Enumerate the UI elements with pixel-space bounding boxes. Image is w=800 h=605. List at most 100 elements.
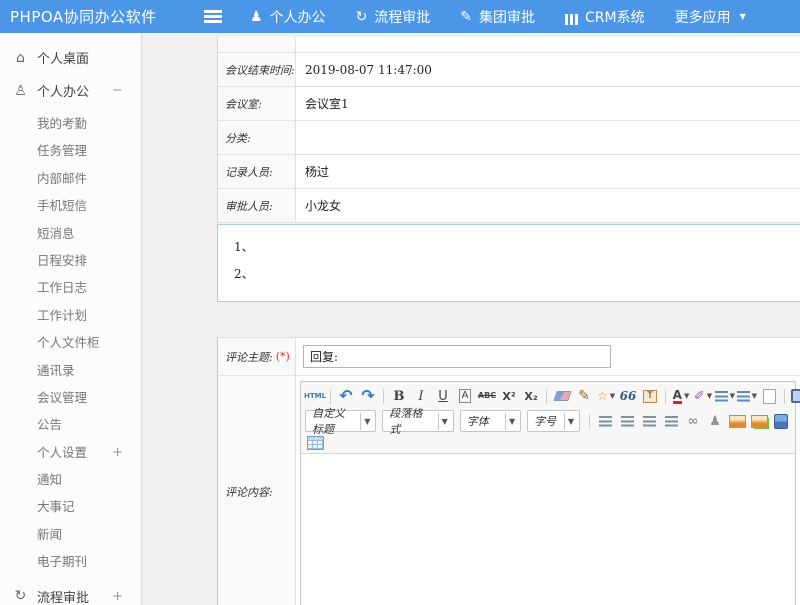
- align-center-icon[interactable]: [617, 411, 637, 431]
- caret-down-icon[interactable]: ▼: [684, 392, 689, 400]
- form-label-meeting-room: 会议室:: [218, 87, 296, 120]
- caret-down-icon[interactable]: ▼: [564, 413, 577, 430]
- sidebar-item-contacts[interactable]: 通讯录: [0, 357, 141, 384]
- sidebar-item-attendance[interactable]: 我的考勤: [0, 110, 141, 137]
- subscript-button[interactable]: X₂: [521, 386, 541, 406]
- sidebar-item-internal-mail[interactable]: 内部邮件: [0, 165, 141, 192]
- form-row-category: 分类:: [218, 121, 800, 155]
- workflow-icon: ↻: [356, 10, 368, 24]
- caret-down-icon[interactable]: ▼: [730, 392, 735, 400]
- sidebar-item-e-journal[interactable]: 电子期刊: [0, 548, 141, 575]
- meeting-detail-table: 会议结束时间:2019-08-07 11:47:00会议室:会议室1分类:记录人…: [217, 37, 800, 223]
- app-logo[interactable]: PHPOA协同办公软件: [0, 6, 188, 27]
- sidebar-item-personal-settings[interactable]: 个人设置+: [0, 439, 141, 466]
- form-row: [218, 37, 800, 53]
- editor-content-area[interactable]: [301, 454, 795, 605]
- sidebar-item-memorabilia[interactable]: 大事记: [0, 493, 141, 520]
- sidebar-item-announcement[interactable]: 公告: [0, 411, 141, 438]
- sidebar-item-work-plan[interactable]: 工作计划: [0, 302, 141, 329]
- sidebar-section-personal-office[interactable]: ♙ 个人办公 −: [0, 74, 141, 107]
- form-value-meeting-room: 会议室1: [296, 87, 800, 120]
- align-justify-icon[interactable]: [661, 411, 681, 431]
- nav-group-approval[interactable]: ✎集团审批: [460, 7, 535, 27]
- font-size-select[interactable]: 字号▼: [527, 410, 580, 432]
- paste-as-text-icon[interactable]: T: [640, 386, 660, 406]
- sidebar-item-news[interactable]: 新闻: [0, 521, 141, 548]
- unordered-list-icon[interactable]: ▼: [737, 386, 757, 406]
- undo-icon[interactable]: ↶: [336, 386, 356, 406]
- sidebar-item-label: 我的考勤: [37, 110, 87, 137]
- caret-down-icon[interactable]: ▼: [505, 413, 518, 430]
- align-left-icon[interactable]: [595, 411, 615, 431]
- new-page-icon[interactable]: [759, 386, 779, 406]
- bold-button[interactable]: B: [389, 386, 409, 406]
- sidebar-item-mobile-sms[interactable]: 手机短信: [0, 192, 141, 219]
- nav-crm-system[interactable]: CRM系统: [565, 7, 645, 27]
- link-icon[interactable]: ∞: [683, 411, 703, 431]
- comment-content-label: 评论内容:: [218, 376, 296, 605]
- nav-label: 个人办公: [270, 7, 326, 27]
- nav-label: CRM系统: [585, 7, 645, 27]
- sidebar-item-label: 公告: [37, 411, 62, 438]
- superscript-button[interactable]: X²: [499, 386, 519, 406]
- nav-personal-office[interactable]: ♟个人办公: [250, 7, 326, 27]
- top-navigation-bar: PHPOA协同办公软件 ♟个人办公 ↻流程审批 ✎集团审批 CRM系统 更多应用▼: [0, 0, 800, 33]
- comment-subject-label: 评论主题: (*): [218, 338, 296, 375]
- highlight-color-icon[interactable]: ✐▼: [693, 386, 713, 406]
- sidebar-item-notice[interactable]: 通知: [0, 466, 141, 493]
- toolbar-row-2: 自定义标题▼ 段落格式▼ 字体▼ 字号▼ ∞♟: [304, 408, 792, 434]
- insert-media-icon[interactable]: [771, 411, 791, 431]
- sidebar-item-task-management[interactable]: 任务管理: [0, 137, 141, 164]
- meeting-minutes-box[interactable]: 1、2、: [217, 224, 800, 302]
- separator: [546, 389, 547, 404]
- fullscreen-icon[interactable]: [790, 386, 800, 406]
- anchor-person-icon[interactable]: ♟: [705, 411, 725, 431]
- strikethrough-button[interactable]: ABC: [477, 386, 497, 406]
- sidebar-item-personal-desktop[interactable]: ⌂ 个人桌面: [0, 41, 141, 74]
- insert-table-icon[interactable]: [305, 433, 325, 453]
- sidebar-item-schedule[interactable]: 日程安排: [0, 247, 141, 274]
- home-icon: ⌂: [13, 50, 28, 66]
- align-right-icon[interactable]: [639, 411, 659, 431]
- nav-workflow-approval[interactable]: ↻流程审批: [356, 7, 431, 27]
- nav-more-apps[interactable]: 更多应用▼: [675, 7, 746, 27]
- nav-label: 集团审批: [479, 7, 535, 27]
- format-painter-icon[interactable]: ✎: [574, 386, 594, 406]
- form-value-end-time: 2019-08-07 11:47:00: [296, 53, 800, 86]
- sidebar-item-label: 大事记: [37, 493, 75, 520]
- image-manager-icon[interactable]: [749, 411, 769, 431]
- caret-down-icon[interactable]: ▼: [610, 392, 615, 400]
- paragraph-format-select[interactable]: 段落格式▼: [382, 410, 453, 432]
- caret-down-icon[interactable]: ▼: [752, 392, 757, 400]
- auto-typeset-icon[interactable]: ☆▼: [596, 386, 616, 406]
- char-border-button[interactable]: A: [455, 386, 475, 406]
- form-value-approver: 小龙女: [296, 189, 800, 222]
- sidebar-item-work-log[interactable]: 工作日志: [0, 274, 141, 301]
- comment-subject-input[interactable]: [303, 345, 611, 368]
- redo-icon[interactable]: ↷: [358, 386, 378, 406]
- hamburger-icon[interactable]: [204, 10, 222, 23]
- expand-toggle[interactable]: +: [112, 439, 123, 466]
- form-row-meeting-room: 会议室:会议室1: [218, 87, 800, 121]
- collapse-toggle[interactable]: −: [112, 83, 123, 98]
- sidebar-item-label: 个人桌面: [37, 48, 89, 67]
- caret-down-icon[interactable]: ▼: [707, 392, 712, 400]
- font-family-select[interactable]: 字体▼: [460, 410, 521, 432]
- blockquote-icon[interactable]: 66: [618, 386, 638, 406]
- expand-toggle[interactable]: +: [112, 589, 123, 604]
- sidebar-item-file-cabinet[interactable]: 个人文件柜: [0, 329, 141, 356]
- font-color-icon[interactable]: A▼: [671, 386, 691, 406]
- sidebar-item-meeting-management[interactable]: 会议管理: [0, 384, 141, 411]
- minutes-line: 1、: [234, 234, 800, 261]
- html-source-button[interactable]: HTML: [305, 386, 325, 406]
- italic-button[interactable]: I: [411, 386, 431, 406]
- underline-button[interactable]: U: [433, 386, 453, 406]
- caret-down-icon[interactable]: ▼: [438, 413, 451, 430]
- insert-image-icon[interactable]: [727, 411, 747, 431]
- custom-title-select[interactable]: 自定义标题▼: [305, 410, 376, 432]
- caret-down-icon[interactable]: ▼: [360, 413, 373, 430]
- sidebar-item-short-message[interactable]: 短消息: [0, 220, 141, 247]
- ordered-list-icon[interactable]: ▼: [715, 386, 735, 406]
- sidebar-section-workflow-approval[interactable]: ↻ 流程审批 +: [0, 580, 141, 605]
- remove-format-icon[interactable]: [552, 386, 572, 406]
